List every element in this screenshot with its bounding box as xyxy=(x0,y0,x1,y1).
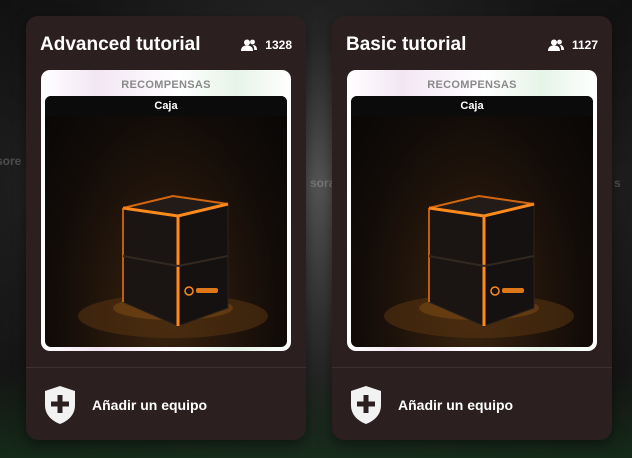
rewards-panel[interactable]: RECOMPENSAS Caja xyxy=(41,70,291,351)
background-blur-text: s xyxy=(614,176,621,190)
reward-item[interactable]: Caja xyxy=(351,96,593,347)
card-header: Basic tutorial 1127 xyxy=(346,32,598,58)
users-icon xyxy=(547,39,564,51)
tutorial-card-advanced[interactable]: Advanced tutorial 1328 RECOMPENSAS Caja xyxy=(26,16,306,440)
card-divider xyxy=(26,367,306,368)
card-header: Advanced tutorial 1328 xyxy=(40,32,292,58)
background-blur-text: sore xyxy=(0,154,22,168)
reward-name: Caja xyxy=(351,96,593,116)
reward-name: Caja xyxy=(45,96,287,116)
shield-plus-icon xyxy=(45,386,75,424)
rewards-label: RECOMPENSAS xyxy=(427,79,517,91)
reward-item[interactable]: Caja xyxy=(45,96,287,347)
add-team-label: Añadir un equipo xyxy=(92,397,208,413)
card-divider xyxy=(332,367,612,368)
rewards-panel[interactable]: RECOMPENSAS Caja xyxy=(347,70,597,351)
shield-plus-icon xyxy=(351,386,381,424)
player-count-value: 1127 xyxy=(571,38,598,52)
card-title: Basic tutorial xyxy=(346,34,467,55)
card-title: Advanced tutorial xyxy=(40,34,201,55)
crate-image xyxy=(384,194,574,338)
rewards-label: RECOMPENSAS xyxy=(121,79,211,91)
crate-image xyxy=(78,194,268,338)
add-team-button[interactable]: Añadir un equipo xyxy=(350,382,594,428)
player-count-value: 1328 xyxy=(265,38,292,52)
add-team-label: Añadir un equipo xyxy=(398,397,514,413)
add-team-button[interactable]: Añadir un equipo xyxy=(44,382,288,428)
tutorial-card-basic[interactable]: Basic tutorial 1127 RECOMPENSAS Caja Aña… xyxy=(332,16,612,440)
users-icon xyxy=(241,39,258,51)
player-count: 1127 xyxy=(547,38,598,52)
player-count: 1328 xyxy=(241,38,292,52)
